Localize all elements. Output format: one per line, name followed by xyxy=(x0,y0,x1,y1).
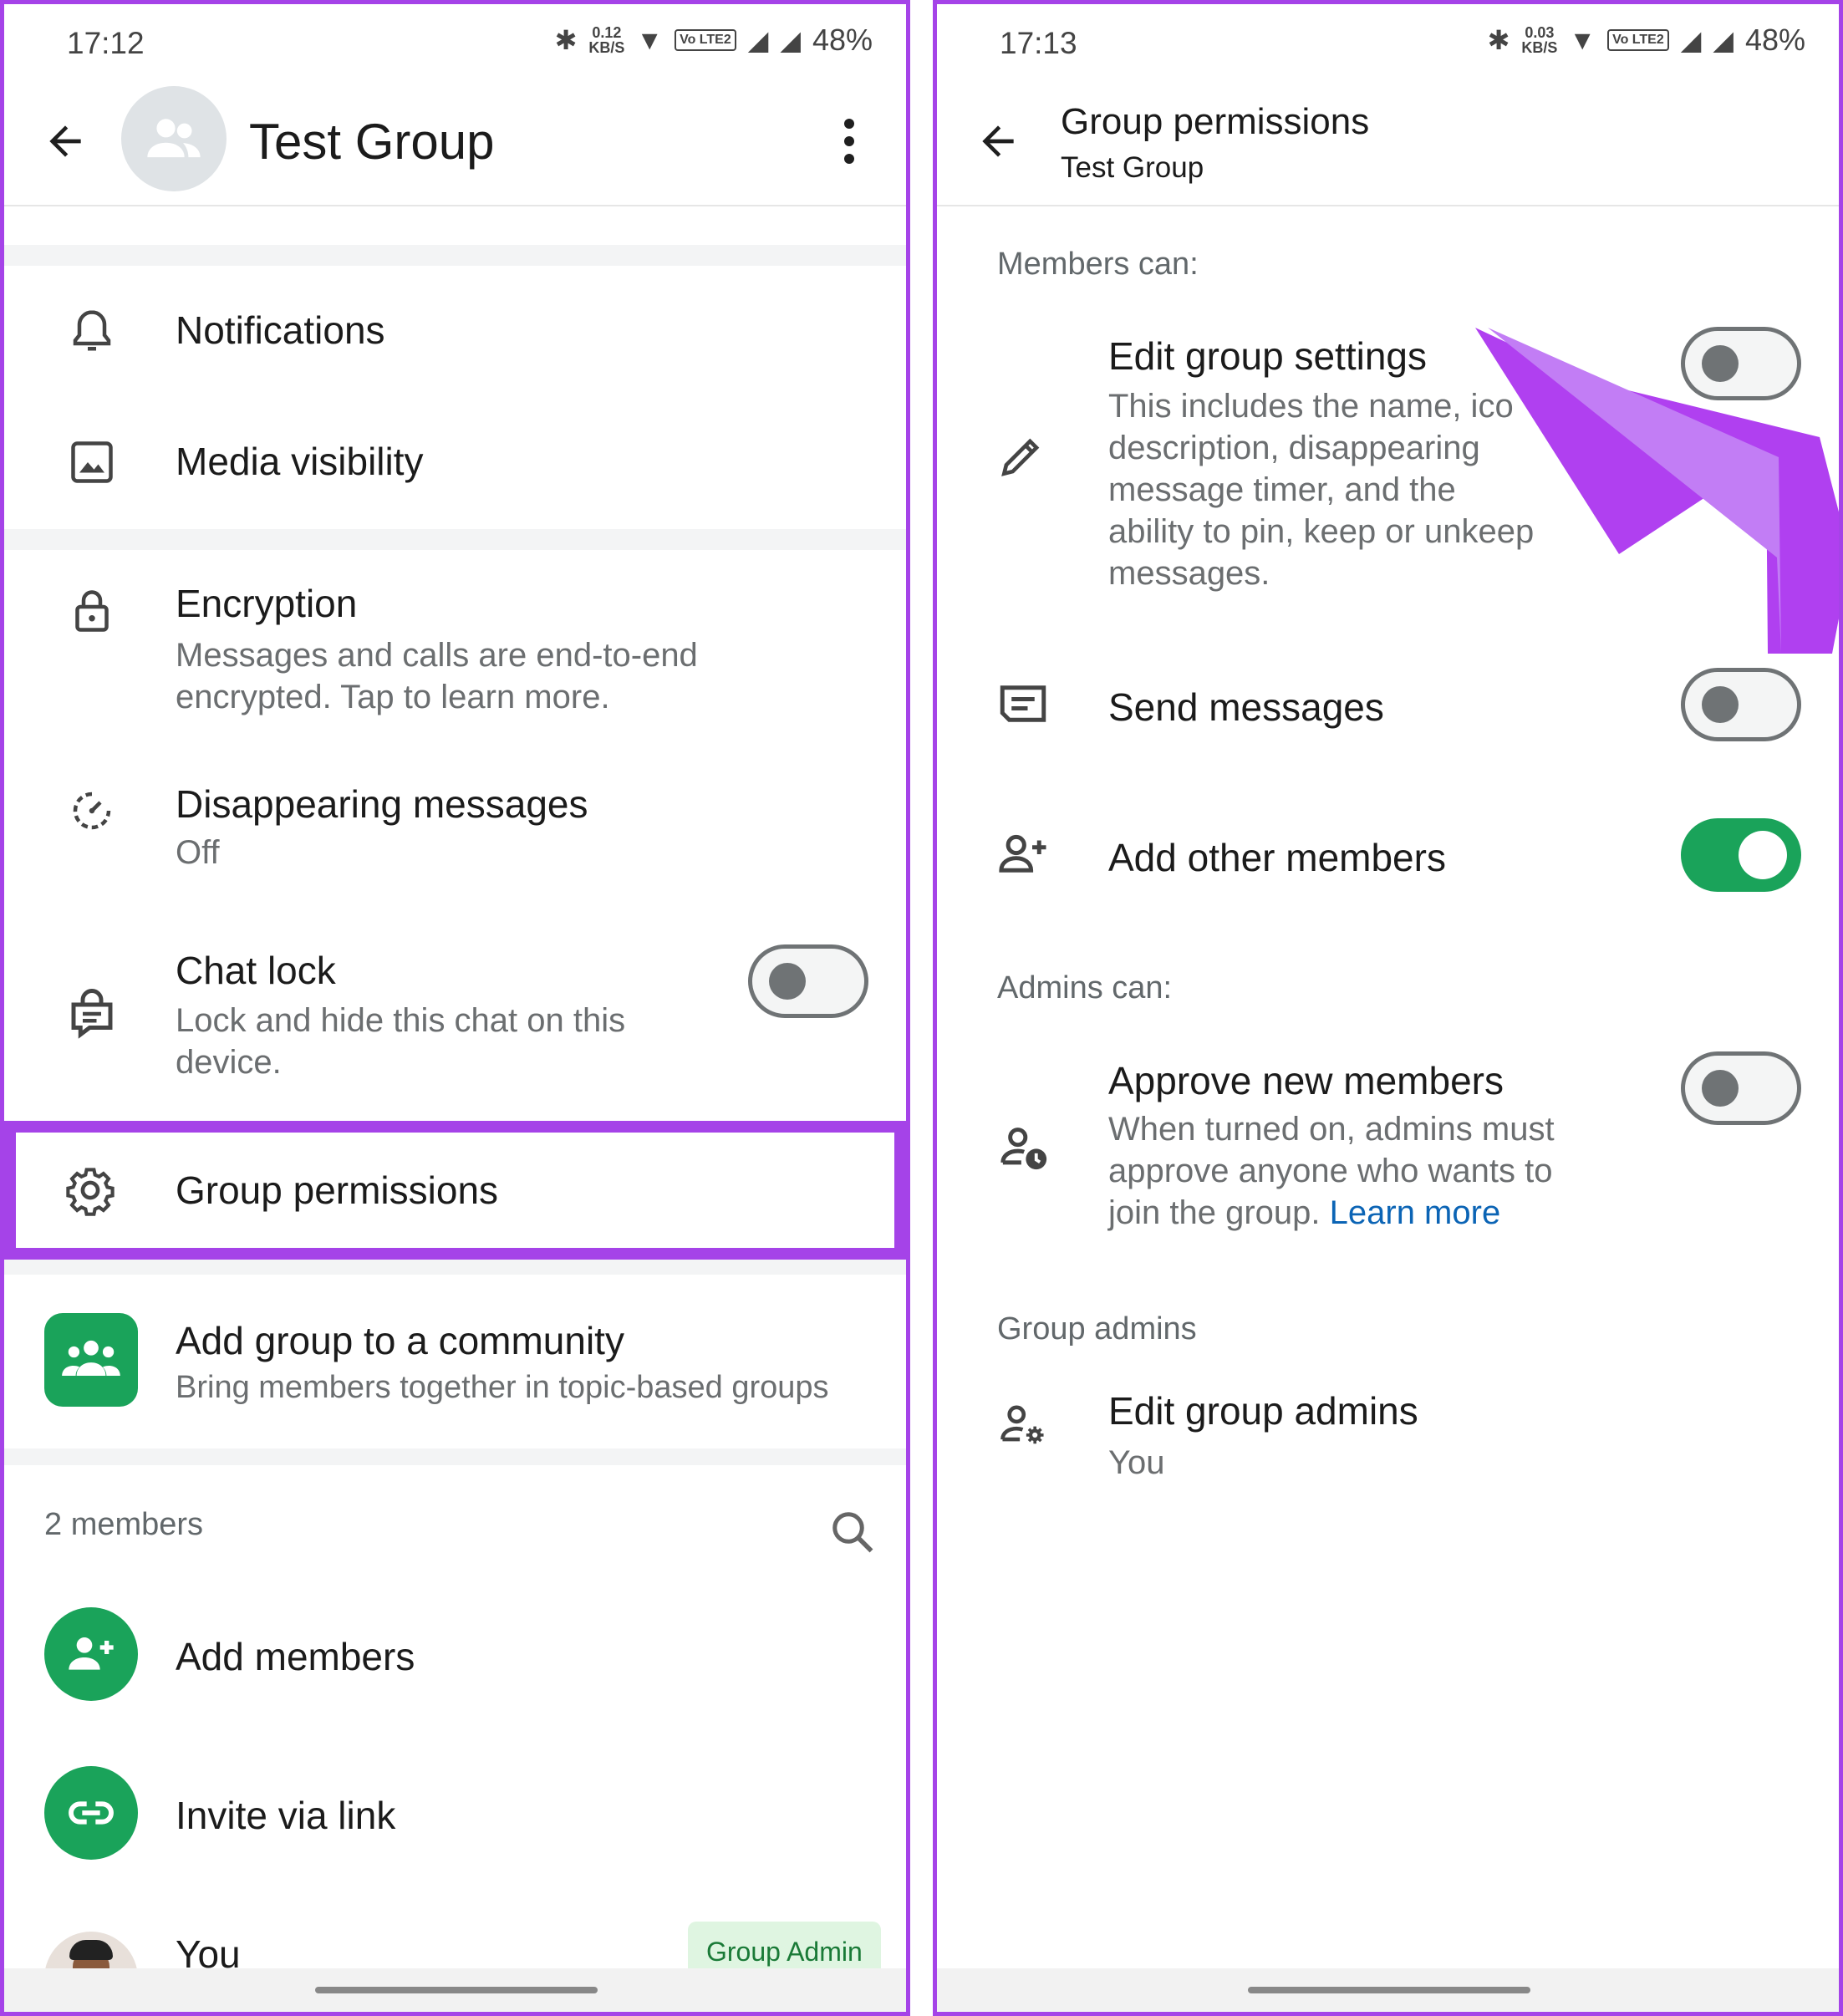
group-avatar-icon xyxy=(147,119,201,158)
add-to-community-description: Bring members together in topic-based gr… xyxy=(176,1370,829,1405)
row-invite-via-link[interactable]: Invite via link xyxy=(4,1751,906,1876)
timer-icon xyxy=(67,786,117,836)
wifi-icon: ▼ xyxy=(636,24,664,55)
section-divider xyxy=(4,529,906,550)
encryption-description: Messages and calls are end-to-end encryp… xyxy=(176,637,698,715)
status-icons: ✱ 0.12 KB/S ▼ Vo LTE2 ◢ ◢ 48% xyxy=(555,23,873,58)
section-divider xyxy=(4,245,906,266)
notifications-label: Notifications xyxy=(176,308,385,352)
section-divider xyxy=(4,1260,906,1275)
link-icon xyxy=(44,1766,138,1860)
home-indicator[interactable] xyxy=(1248,1987,1530,1993)
status-time: 17:12 xyxy=(67,26,145,60)
network-rate: 0.12 KB/S xyxy=(588,24,625,56)
home-indicator[interactable] xyxy=(315,1987,598,1993)
volte-icon: Vo LTE2 xyxy=(675,29,736,51)
chat-lock-icon xyxy=(64,986,120,1041)
annotation-arrow-icon xyxy=(1475,328,1839,654)
screenshot-composite: 17:12 ✱ 0.12 KB/S ▼ Vo LTE2 ◢ ◢ 48% Test … xyxy=(0,0,1843,2016)
disappearing-messages-value: Off xyxy=(176,834,220,871)
invite-via-link-label: Invite via link xyxy=(176,1794,396,1837)
row-notifications[interactable]: Notifications xyxy=(4,266,906,391)
section-divider xyxy=(4,1448,906,1465)
add-to-community-label: Add group to a community xyxy=(176,1319,624,1362)
header-divider xyxy=(4,205,906,206)
chat-lock-toggle[interactable] xyxy=(748,944,868,1018)
row-add-members[interactable]: Add members xyxy=(4,1592,906,1718)
group-permissions-label: Group permissions xyxy=(176,1168,499,1212)
back-arrow-icon[interactable] xyxy=(42,118,89,165)
encryption-label: Encryption xyxy=(176,582,358,625)
more-options-icon[interactable] xyxy=(837,116,862,166)
search-icon[interactable] xyxy=(827,1507,878,1557)
row-media-visibility[interactable]: Media visibility xyxy=(4,397,906,522)
row-disappearing-messages[interactable]: Disappearing messages Off xyxy=(4,761,906,886)
group-info-screen: 17:12 ✱ 0.12 KB/S ▼ Vo LTE2 ◢ ◢ 48% Test … xyxy=(0,0,910,2016)
group-permissions-screen: 17:13 ✱ 0.03 KB/S ▼ Vo LTE2 ◢ ◢ 48% Group… xyxy=(933,0,1843,2016)
image-icon xyxy=(67,437,117,487)
gear-icon xyxy=(64,1164,116,1216)
signal-icon-1: ◢ xyxy=(747,25,769,55)
chat-lock-description: Lock and hide this chat on this device. xyxy=(176,1002,626,1081)
battery-level: 48% xyxy=(812,23,873,57)
group-title: Test Group xyxy=(249,114,495,170)
members-count: 2 members xyxy=(44,1507,204,1542)
row-encryption[interactable]: Encryption Messages and calls are end-to… xyxy=(4,556,906,740)
bluetooth-icon: ✱ xyxy=(554,25,578,55)
add-members-label: Add members xyxy=(176,1635,415,1678)
row-chat-lock[interactable]: Chat lock Lock and hide this chat on thi… xyxy=(4,928,906,1103)
lock-icon xyxy=(67,586,117,636)
group-avatar[interactable] xyxy=(121,86,227,191)
disappearing-messages-label: Disappearing messages xyxy=(176,782,588,826)
bell-icon xyxy=(67,306,117,356)
community-icon xyxy=(44,1313,138,1407)
row-group-permissions[interactable]: Group permissions xyxy=(16,1133,894,1248)
chat-lock-label: Chat lock xyxy=(176,949,336,992)
row-add-to-community[interactable]: Add group to a community Bring members t… xyxy=(4,1275,906,1450)
add-person-icon xyxy=(44,1607,138,1701)
media-visibility-label: Media visibility xyxy=(176,440,424,483)
signal-icon-2: ◢ xyxy=(780,25,801,55)
